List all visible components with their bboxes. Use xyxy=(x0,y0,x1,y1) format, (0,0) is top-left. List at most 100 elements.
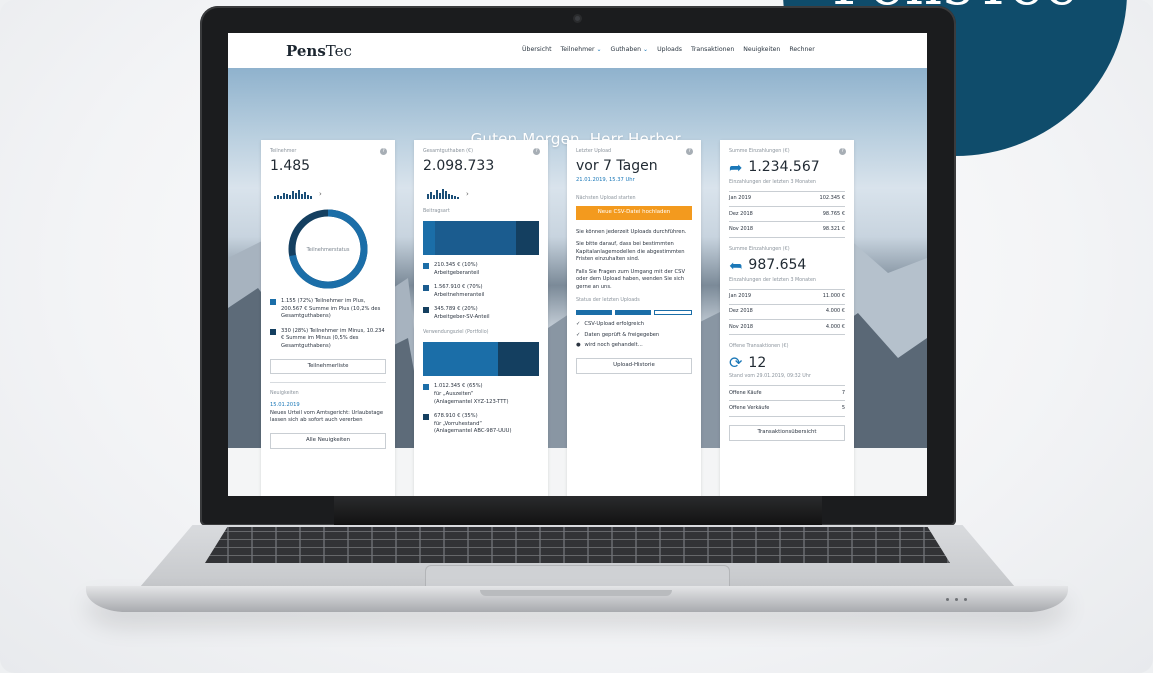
status-step-1-text: CSV-Upload erfolgreich xyxy=(584,321,645,328)
table-cell-label: Nov 2018 xyxy=(729,323,754,330)
nav-item-guthaben-label: Guthaben xyxy=(610,46,642,53)
legend-plus-text: 1.155 (72%) Teilnehmer im Plus, 200.567 … xyxy=(281,298,381,320)
status-step-1: ✓ CSV-Upload erfolgreich xyxy=(576,321,692,329)
card-einzahlungen: ? Summe Einzahlungen (€) ➦ 1.234.567 Ein… xyxy=(720,140,854,496)
beitrag-legend-item: 345.789 € (20%) Arbeitgeber-SV-Anteil xyxy=(423,306,539,321)
status-lights xyxy=(946,598,967,601)
stage: PensTec Guten Morgen, Herr Herber. PensT… xyxy=(0,0,1153,673)
chevron-down-icon: ⌄ xyxy=(643,46,649,53)
chevron-right-icon: › xyxy=(466,189,469,198)
transaktionsuebersicht-button[interactable]: Transaktionsübersicht xyxy=(729,424,845,441)
clock-icon: ● xyxy=(576,342,581,349)
open-transactions-label: Offene Transaktionen (€) xyxy=(729,344,789,350)
table-cell-value: 98.321 € xyxy=(822,225,845,232)
table-cell-label: Jan 2019 xyxy=(729,293,752,300)
table-row: Offene Verkäufe 5 xyxy=(729,401,845,417)
upload-status-label: Status der letzten Uploads xyxy=(576,298,640,304)
teilnehmer-value: 1.485 xyxy=(270,157,311,174)
nav-item-guthaben[interactable]: Guthaben ⌄ xyxy=(611,46,649,53)
verwendung-legend: 1.012.345 € (65%) für „Auszeiten“ (Anlagem… xyxy=(423,383,539,435)
alle-neuigkeiten-button[interactable]: Alle Neuigkeiten xyxy=(270,432,386,449)
logo[interactable]: PensTec xyxy=(286,42,352,60)
nav-item-uploads[interactable]: Uploads xyxy=(657,46,682,53)
teilnehmer-sparkline[interactable]: › xyxy=(274,188,386,200)
table-cell-value: 5 xyxy=(841,404,845,411)
guthaben-value: 2.098.733 xyxy=(423,157,495,174)
upload-historie-button[interactable]: Upload-Historie xyxy=(576,357,692,374)
einzahlungen-sub-label: Einzahlungen der letzten 3 Monaten xyxy=(729,179,816,185)
nav-item-neuigkeiten[interactable]: Neuigkeiten xyxy=(743,46,780,53)
open-transactions-value: 12 xyxy=(748,354,767,371)
table-row: Offene Käufe 7 xyxy=(729,385,845,402)
card-gesamtguthaben: ? Gesamtguthaben (€) 2.098.733 › Beitrag… xyxy=(414,140,548,496)
legend-swatch xyxy=(423,263,429,270)
trackpad xyxy=(425,565,730,587)
table-cell-value: 7 xyxy=(841,389,845,396)
legend-text: 210.345 € (10%) Arbeitgeberanteil xyxy=(434,262,479,277)
table-row: Dez 2018 98.765 € xyxy=(729,207,845,223)
einzahlungen-value: 1.234.567 xyxy=(748,159,820,176)
csv-upload-button[interactable]: Neue CSV-Datei hochladen xyxy=(576,205,692,220)
legend-plus: 1.155 (72%) Teilnehmer im Plus, 200.567 … xyxy=(270,298,386,321)
teilnehmerliste-button[interactable]: Teilnehmerliste xyxy=(270,358,386,375)
upload-label: Letzter Upload xyxy=(576,149,612,154)
news-date-link[interactable]: 15.01.2019 xyxy=(270,402,386,410)
verwendung-stacked-bar xyxy=(423,342,539,377)
einzahlungen-value-2: 987.654 xyxy=(748,256,807,273)
legend-text: 678.910 € (35%) für „Vorruhestand“ (Anlage… xyxy=(434,413,512,436)
table-cell-value: 98.765 € xyxy=(822,210,845,217)
logo-bold: Pens xyxy=(286,42,326,60)
einzahlungen-label-2: Summe Einzahlungen (€) xyxy=(729,246,790,252)
einzahlungen-label: Summe Einzahlungen (€) xyxy=(729,149,790,154)
legend-amount: 1.012.345 € (65%) xyxy=(434,383,483,390)
einzahlungen-table-2: Jan 2019 11.000 € Dez 2018 4.000 € Nov 2018 4… xyxy=(729,288,845,336)
legend-swatch xyxy=(423,414,429,421)
help-icon[interactable]: ? xyxy=(533,148,540,155)
help-icon[interactable]: ? xyxy=(686,148,693,155)
table-cell-value: 4.000 € xyxy=(825,308,845,315)
news-text: Neues Urteil vom Amtsgericht: Urlaubstag… xyxy=(270,409,384,424)
help-icon[interactable]: ? xyxy=(839,148,846,155)
progress-segment xyxy=(615,310,651,316)
legend-amount: 210.345 € (10%) xyxy=(434,262,478,269)
beitrag-legend-item: 1.567.910 € (70%) Arbeitnehmeranteil xyxy=(423,284,539,299)
table-row: Dez 2018 4.000 € xyxy=(729,305,845,321)
open-transactions-table: Offene Käufe 7 Offene Verkäufe 5 xyxy=(729,385,845,417)
einzahlungen-table: Jan 2019 102.345 € Dez 2018 98.765 € Nov 201… xyxy=(729,190,845,238)
next-upload-label: Nächsten Upload starten xyxy=(576,195,636,201)
legend-name: Arbeitgeber-SV-Anteil xyxy=(434,313,490,320)
legend-name: Arbeitgeberanteil xyxy=(434,269,480,276)
table-cell-value: 11.000 € xyxy=(822,293,845,300)
upload-progress-bar xyxy=(576,310,692,316)
beitrag-bar-segment xyxy=(515,221,539,256)
table-row: Nov 2018 98.321 € xyxy=(729,222,845,238)
einzahlungen-value-row: ➦ 1.234.567 xyxy=(729,159,845,176)
progress-segment xyxy=(654,310,692,316)
laptop-screen: Guten Morgen, Herr Herber. PensTec Übers… xyxy=(228,33,927,496)
nav-item-teilnehmer[interactable]: Teilnehmer ⌄ xyxy=(561,46,602,53)
beitragsart-stacked-bar xyxy=(423,221,539,256)
nav-item-transaktionen[interactable]: Transaktionen xyxy=(691,46,734,53)
legend-sub: (Anlagemantel XYZ-123-TTT) xyxy=(434,398,509,405)
status-step-2: ✓ Daten geprüft & freigegeben xyxy=(576,332,692,340)
verwendung-legend-item: 678.910 € (35%) für „Vorruhestand“ (Anlage… xyxy=(423,413,539,436)
table-cell-label: Dez 2018 xyxy=(729,308,753,315)
nav-item-teilnehmer-label: Teilnehmer xyxy=(560,46,595,53)
help-icon[interactable]: ? xyxy=(380,148,387,155)
legend-name: für „Auszeiten“ xyxy=(434,390,474,397)
legend-swatch xyxy=(423,285,429,292)
laptop-notch xyxy=(480,590,672,596)
legend-name: für „Vorruhestand“ xyxy=(434,420,483,427)
table-row: Nov 2018 4.000 € xyxy=(729,320,845,336)
legend-swatch xyxy=(423,384,429,391)
stand-text: Stand vom 29.01.2019, 09:32 Uhr xyxy=(729,374,811,380)
verwendung-legend-item: 1.012.345 € (65%) für „Auszeiten“ (Anlagem… xyxy=(423,383,539,406)
guthaben-sparkline[interactable]: › xyxy=(427,188,539,200)
einzahlungen-sub-label-2: Einzahlungen der letzten 3 Monaten xyxy=(729,277,816,283)
einzahlungen-value-row-2: ➦ 987.654 xyxy=(729,256,845,275)
nav-item-rechner[interactable]: Rechner xyxy=(789,46,814,53)
nav-item-uebersicht[interactable]: Übersicht xyxy=(522,46,552,53)
verwendung-bar-segment xyxy=(498,342,539,377)
teilnehmer-label: Teilnehmer xyxy=(270,149,297,154)
legend-amount: 345.789 € (20%) xyxy=(434,306,478,313)
